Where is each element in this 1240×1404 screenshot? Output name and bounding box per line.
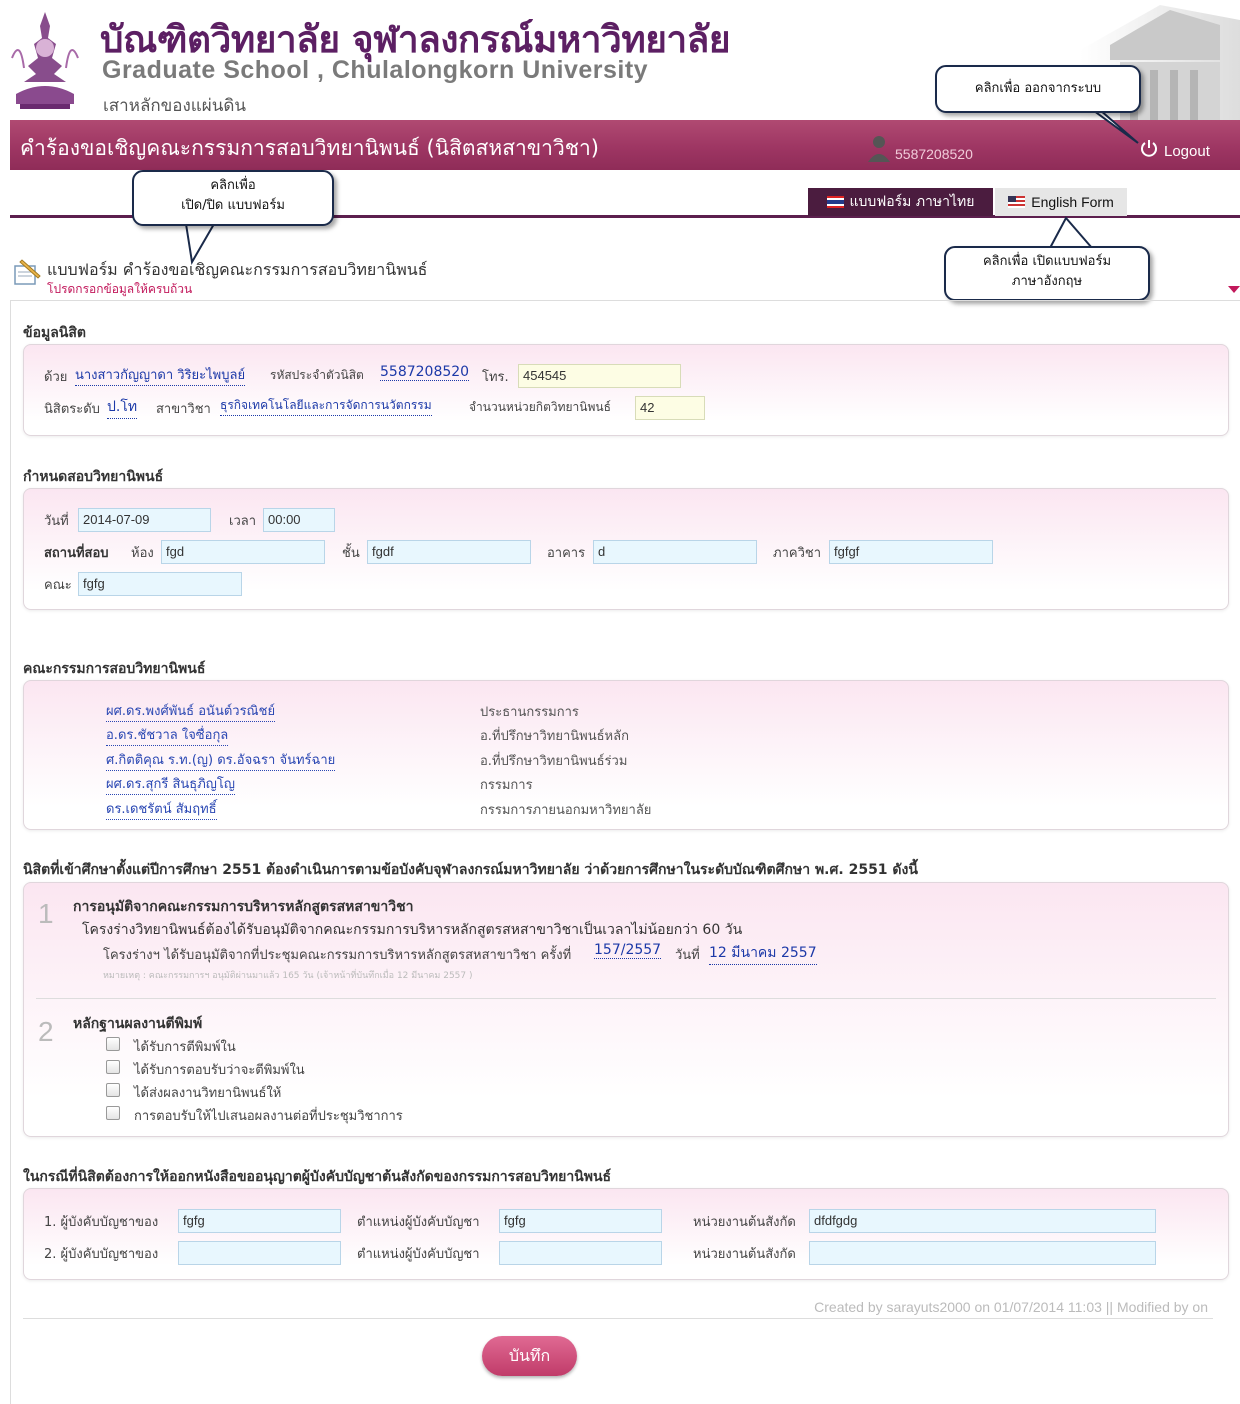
supervisor-position-input[interactable]: fgfg: [499, 1209, 662, 1233]
student-name: นางสาวกัญญาดา วิริยะไพบูลย์: [75, 364, 246, 386]
approval-meeting-label: โครงร่างฯ ได้รับอนุมัติจากที่ประชุมคณะกร…: [103, 948, 572, 963]
approval-meeting-number: 157/2557: [594, 942, 662, 959]
committee-member-name[interactable]: ผศ.ดร.สุกรี สินธุภิญโญ: [106, 773, 235, 795]
student-info-panel: [23, 344, 1229, 436]
credits-input[interactable]: 42: [635, 396, 705, 420]
approval-description: โครงร่างวิทยานิพนธ์ต้องได้รับอนุมัติจากค…: [82, 922, 743, 938]
building-label: อาคาร: [547, 546, 586, 561]
student-id: 5587208520: [380, 364, 470, 381]
publication-title: หลักฐานผลงานตีพิมพ์: [73, 1016, 203, 1032]
time-label: เวลา: [229, 514, 257, 529]
floor-label: ชั้น: [342, 546, 360, 561]
phone-label: โทร.: [482, 370, 509, 385]
callout-logout-text: คลิกเพื่อ ออกจากระบบ: [974, 81, 1102, 96]
building-input[interactable]: d: [593, 540, 757, 564]
student-level: ป.โท: [107, 396, 138, 419]
form-left-border: [10, 300, 11, 1404]
form-edit-icon: [14, 259, 41, 285]
department-label: ภาควิชา: [773, 546, 821, 561]
supervisor-of-label: 2. ผู้บังคับบัญชาของ: [44, 1247, 159, 1262]
committee-member-role: อ.ที่ปรึกษาวิทยานิพนธ์หลัก: [480, 729, 629, 744]
credits-label: จำนวนหน่วยกิตวิทยานิพนธ์: [469, 400, 611, 414]
callout-english-line2: ภาษาอังกฤษ: [1011, 274, 1083, 289]
level-label: นิสิตระดับ: [44, 402, 100, 417]
save-button[interactable]: บันทึก: [482, 1336, 577, 1376]
section-heading-committee: คณะกรรมการสอบวิทยานิพนธ์: [23, 661, 206, 677]
callout-english-form-tip: คลิกเพื่อ เปิดแบบฟอร์ม ภาษาอังกฤษ: [944, 246, 1150, 301]
form-top-divider: [10, 300, 1240, 301]
record-audit-note: Created by sarayuts2000 on 01/07/2014 11…: [814, 1299, 1208, 1315]
committee-member-role: ประธานกรรมการ: [480, 705, 579, 720]
faculty-input[interactable]: fgfg: [78, 572, 242, 596]
section-heading-supervisors: ในกรณีที่นิสิตต้องการให้ออกหนังสือขออนุญ…: [23, 1169, 612, 1185]
supervisor-name-input[interactable]: [178, 1241, 341, 1265]
committee-member-name[interactable]: อ.ดร.ชัชวาล ใจซื่อกุล: [106, 724, 229, 746]
callout-toggle-line1: คลิกเพื่อ: [210, 178, 256, 193]
footer-divider: [23, 1318, 1213, 1319]
section-heading-exam: กำหนดสอบวิทยานิพนธ์: [23, 469, 164, 485]
exam-date-input[interactable]: 2014-07-09: [78, 508, 211, 532]
publication-checkbox[interactable]: [106, 1083, 120, 1097]
publication-option-label: ได้ส่งผลงานวิทยานิพนธ์ให้: [134, 1086, 282, 1101]
supervisor-unit-label: หน่วยงานต้นสังกัด: [693, 1247, 796, 1262]
committee-member-role: อ.ที่ปรึกษาวิทยานิพนธ์ร่วม: [480, 754, 628, 769]
collapse-arrow-icon[interactable]: [1228, 286, 1240, 293]
supervisor-unit-input[interactable]: dfdfgdg: [809, 1209, 1156, 1233]
faculty-label: คณะ: [44, 578, 72, 593]
publication-checkbox[interactable]: [106, 1060, 120, 1074]
section-heading-student: ข้อมูลนิสิต: [23, 325, 86, 341]
callout-english-line1: คลิกเพื่อ เปิดแบบฟอร์ม: [982, 254, 1112, 269]
program-label: สาขาวิชา: [156, 402, 211, 417]
publication-option-label: การตอบรับให้ไปเสนอผลงานต่อที่ประชุมวิชาก…: [134, 1109, 403, 1124]
exam-time-input[interactable]: 00:00: [263, 508, 335, 532]
student-program: ธุรกิจเทคโนโลยีและการจัดการนวัตกรรม: [220, 396, 432, 416]
approval-note: หมายเหตุ : คณะกรรมการฯ อนุมัติผ่านมาแล้ว…: [103, 971, 473, 981]
room-label: ห้อง: [131, 546, 154, 561]
publication-checkbox[interactable]: [106, 1037, 120, 1051]
callout-toggle-line2: เปิด/ปิด แบบฟอร์ม: [181, 198, 285, 213]
place-label: สถานที่สอบ: [44, 546, 109, 561]
supervisor-position-label: ตำแหน่งผู้บังคับบัญชา: [357, 1247, 480, 1262]
supervisor-unit-input[interactable]: [809, 1241, 1156, 1265]
publication-option-label: ได้รับการตีพิมพ์ใน: [134, 1040, 236, 1055]
department-input[interactable]: fgfgf: [829, 540, 993, 564]
section-heading-requirements: นิสิตที่เข้าศึกษาตั้งแต่ปีการศึกษา 2551 …: [23, 862, 918, 878]
step-number-2: 2: [38, 1016, 54, 1047]
supervisors-panel: [23, 1188, 1229, 1280]
committee-member-role: กรรมการ: [480, 778, 533, 793]
student-id-label: รหัสประจำตัวนิสิต: [270, 368, 364, 382]
committee-member-name[interactable]: ดร.เดชรัตน์ สัมฤทธิ์: [106, 798, 217, 820]
by-label: ด้วย: [44, 370, 68, 385]
supervisor-name-input[interactable]: fgfg: [178, 1209, 341, 1233]
room-input[interactable]: fgd: [161, 540, 325, 564]
committee-member-name[interactable]: ผศ.ดร.พงศ์พันธ์ อนันต์วรณิชย์: [106, 700, 276, 722]
approval-date-label: วันที่: [675, 948, 700, 963]
supervisor-unit-label: หน่วยงานต้นสังกัด: [693, 1215, 796, 1230]
publication-option-label: ได้รับการตอบรับว่าจะตีพิมพ์ใน: [134, 1063, 305, 1078]
callout-toggle-form-tip: คลิกเพื่อ เปิด/ปิด แบบฟอร์ม: [132, 170, 334, 226]
form-hint: โปรดกรอกข้อมูลให้ครบถ้วน: [47, 282, 193, 296]
supervisor-of-label: 1. ผู้บังคับบัญชาของ: [44, 1215, 159, 1230]
step-number-1: 1: [38, 898, 54, 929]
phone-input[interactable]: 454545: [518, 364, 681, 388]
supervisor-position-label: ตำแหน่งผู้บังคับบัญชา: [357, 1215, 480, 1230]
requirements-divider: [36, 998, 1216, 999]
approval-title: การอนุมัติจากคณะกรรมการบริหารหลักสูตรสหส…: [73, 899, 414, 915]
committee-member-role: กรรมการภายนอกมหาวิทยาลัย: [480, 803, 652, 818]
approval-date: 12 มีนาคม 2557: [709, 942, 817, 965]
date-label: วันที่: [44, 514, 69, 529]
callout-logout-tip: คลิกเพื่อ ออกจากระบบ: [935, 65, 1141, 113]
committee-member-name[interactable]: ศ.กิตติคุณ ร.ท.(ญ) ดร.อัจฉรา จันทร์ฉาย: [106, 749, 336, 771]
supervisor-position-input[interactable]: [499, 1241, 662, 1265]
floor-input[interactable]: fgdf: [367, 540, 531, 564]
publication-checkbox[interactable]: [106, 1106, 120, 1120]
